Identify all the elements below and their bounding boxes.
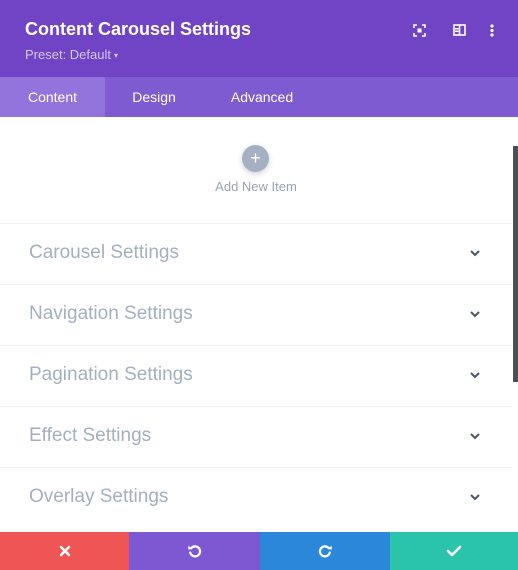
section-pagination-settings[interactable]: Pagination Settings — [0, 346, 512, 407]
add-item-area: + Add New Item — [0, 117, 512, 224]
section-carousel-settings[interactable]: Carousel Settings — [0, 224, 512, 285]
settings-panel: Content Carousel Settings Preset: Defaul… — [0, 0, 518, 570]
tab-content[interactable]: Content — [0, 77, 105, 117]
split-view-icon[interactable] — [450, 21, 468, 39]
chevron-down-icon — [470, 433, 480, 440]
undo-button[interactable] — [129, 532, 260, 570]
section-label: Overlay Settings — [29, 486, 169, 507]
preset-selector[interactable]: Preset: Default ▾ — [25, 47, 118, 62]
caret-down-icon: ▾ — [114, 51, 119, 60]
preset-label: Preset: Default — [25, 47, 111, 62]
more-options-icon[interactable] — [483, 21, 501, 39]
chevron-down-icon — [470, 311, 480, 318]
section-label: Pagination Settings — [29, 364, 193, 385]
section-navigation-settings[interactable]: Navigation Settings — [0, 285, 512, 346]
plus-icon: + — [250, 148, 261, 168]
undo-icon — [187, 545, 201, 558]
close-icon — [59, 545, 70, 557]
scrollbar[interactable] — [513, 146, 518, 382]
redo-icon — [318, 545, 332, 558]
panel-title: Content Carousel Settings — [25, 19, 252, 39]
chevron-down-icon — [470, 494, 480, 501]
expand-icon[interactable] — [410, 21, 428, 39]
section-effect-settings[interactable]: Effect Settings — [0, 407, 512, 468]
section-overlay-settings[interactable]: Overlay Settings — [0, 468, 512, 529]
panel-header: Content Carousel Settings Preset: Defaul… — [0, 0, 518, 77]
section-label: Navigation Settings — [29, 303, 193, 324]
redo-button[interactable] — [260, 532, 390, 570]
action-footer — [0, 532, 518, 570]
cancel-button[interactable] — [0, 532, 129, 570]
tab-advanced[interactable]: Advanced — [203, 77, 321, 117]
tab-bar: Content Design Advanced — [0, 77, 518, 117]
check-icon — [446, 545, 462, 557]
section-label: Carousel Settings — [29, 242, 179, 263]
add-item-button[interactable]: + — [242, 145, 269, 172]
tab-design[interactable]: Design — [105, 77, 203, 117]
save-button[interactable] — [390, 532, 518, 570]
section-label: Effect Settings — [29, 425, 152, 446]
chevron-down-icon — [470, 372, 480, 379]
add-new-item-label[interactable]: Add New Item — [0, 179, 512, 194]
chevron-down-icon — [470, 250, 480, 257]
